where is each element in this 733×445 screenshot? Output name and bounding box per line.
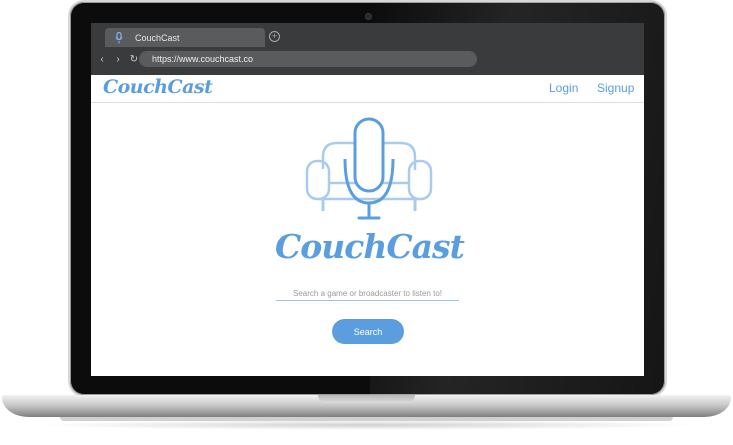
search-input[interactable] — [276, 287, 459, 301]
address-bar[interactable]: https://www.couchcast.co — [139, 51, 477, 67]
back-arrow-icon[interactable]: ‹ — [97, 54, 107, 65]
reload-icon[interactable]: ↻ — [129, 54, 139, 65]
camera-icon — [365, 13, 372, 20]
laptop-shadow — [30, 420, 703, 430]
browser-chrome: CouchCast + ‹ › ↻ https://www.couchcast.… — [91, 23, 644, 75]
laptop-feet — [60, 417, 673, 421]
microphone-favicon-icon — [111, 30, 127, 46]
url-text: https://www.couchcast.co — [152, 54, 254, 64]
tab-title: CouchCast — [135, 32, 180, 43]
couch-microphone-icon — [305, 117, 433, 220]
site-header: CouchCast Login Signup — [91, 75, 644, 103]
browser-window: CouchCast + ‹ › ↻ https://www.couchcast.… — [91, 23, 644, 376]
site-logo[interactable]: CouchCast — [103, 76, 213, 98]
login-link[interactable]: Login — [549, 81, 578, 95]
search-button[interactable]: Search — [332, 319, 404, 344]
hero-brand: CouchCast — [275, 227, 465, 266]
browser-tab[interactable]: CouchCast — [105, 28, 265, 47]
laptop-notch — [318, 395, 415, 403]
signup-link[interactable]: Signup — [597, 81, 634, 95]
nav-buttons: ‹ › ↻ — [97, 54, 139, 65]
plus-circle-icon[interactable]: + — [269, 31, 280, 42]
forward-arrow-icon[interactable]: › — [113, 54, 123, 65]
